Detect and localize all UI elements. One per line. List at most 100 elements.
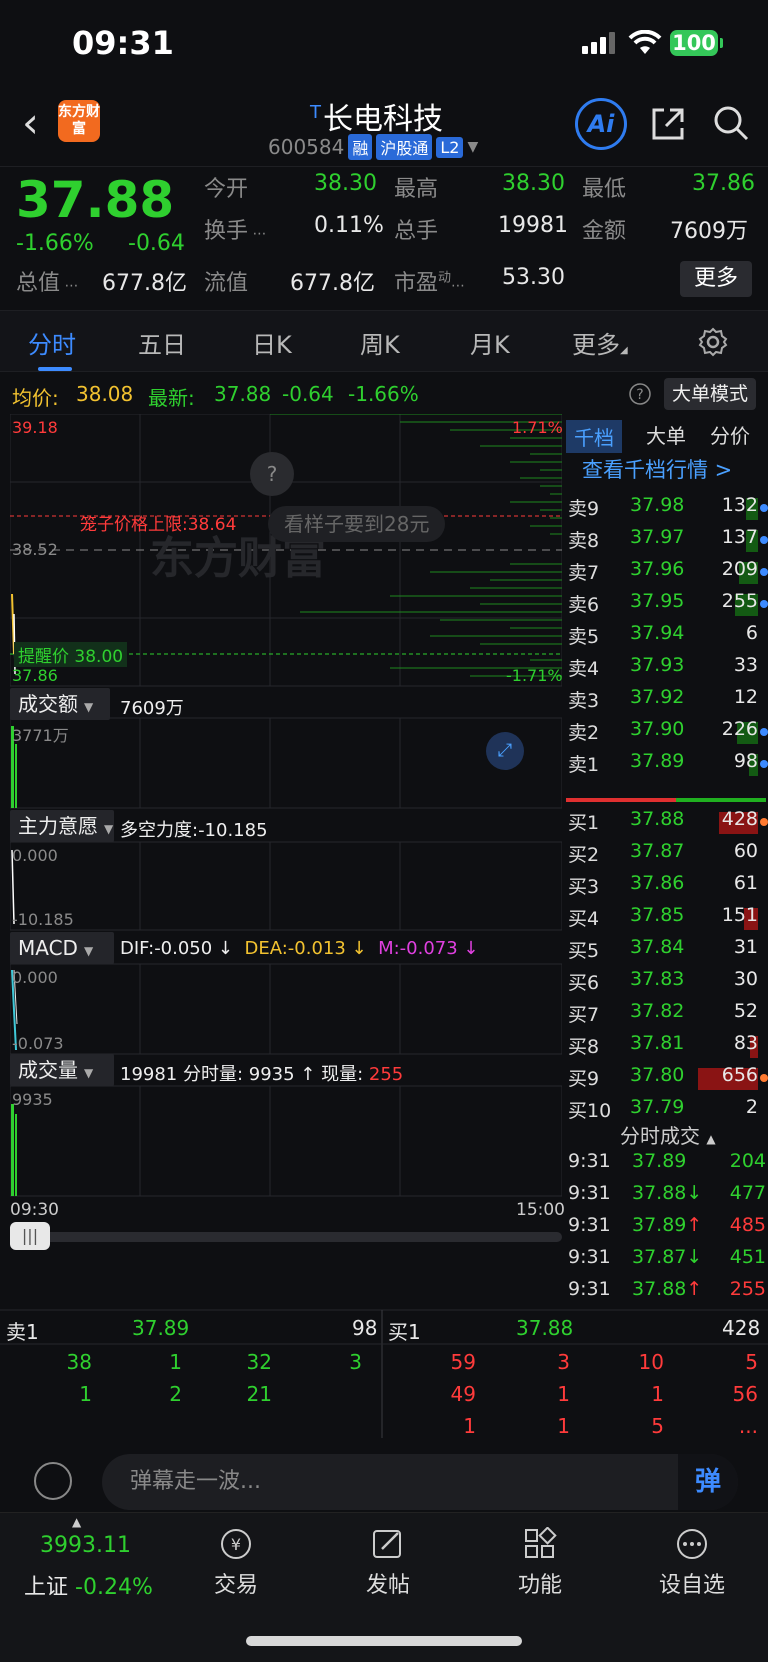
bid-row[interactable]: 买9 37.80 656 <box>564 1064 768 1094</box>
ticks-title[interactable]: 分时成交 ▲ <box>620 1120 716 1149</box>
ask-row[interactable]: 卖8 37.97 137 <box>564 526 768 556</box>
depth-tab-price[interactable]: 分价 <box>710 420 750 449</box>
search-icon[interactable] <box>712 104 750 142</box>
chart-help-icon[interactable]: ? <box>250 452 294 496</box>
intraday-chart[interactable]: 39.18 1.71% 38.52 37.86 -1.71% 东方财富 ? 看样… <box>10 414 565 1272</box>
share-icon[interactable] <box>650 106 686 142</box>
order-dot-icon <box>760 536 768 544</box>
nav-add-watchlist[interactable]: 设自选 <box>642 1527 742 1599</box>
book-level-label: 卖4 <box>568 658 600 680</box>
bid-row[interactable]: 买5 37.84 31 <box>564 936 768 966</box>
volume-selector[interactable]: 成交量 ▼ <box>10 1054 114 1086</box>
tick-time: 9:31 <box>568 1182 611 1204</box>
value-mcap: 677.8亿 <box>102 271 187 296</box>
t-mark: T <box>310 102 321 123</box>
macd-info: DIF:-0.050 ↓ DEA:-0.013 ↓ M:-0.073 ↓ <box>120 938 479 959</box>
book-volume: 132 <box>721 494 758 516</box>
book-price: 37.86 <box>630 872 685 894</box>
book-volume: 61 <box>733 872 758 894</box>
ask-row[interactable]: 卖5 37.94 6 <box>564 622 768 652</box>
book-price: 37.80 <box>630 1064 685 1086</box>
depth-tab-thousand[interactable]: 千档 <box>566 420 622 453</box>
main-force-info: 多空力度:-10.185 <box>120 820 268 841</box>
tab-more[interactable]: 更多◢ <box>572 325 628 360</box>
book-price: 37.92 <box>630 686 685 708</box>
tick-row: 9:31 37.89 204 <box>564 1150 768 1180</box>
tick-row: 9:31 37.88↑ 255 <box>564 1278 768 1308</box>
label-turnover: 换手 ⋯ <box>204 219 267 244</box>
view-depth-link[interactable]: 查看千档行情 > <box>582 454 732 484</box>
danmu-toggle-button[interactable]: 弹 <box>678 1454 738 1510</box>
ai-button[interactable]: Ai <box>575 98 627 150</box>
main-axis-bot: -10.185 <box>12 910 74 929</box>
ask-row[interactable]: 卖3 37.92 12 <box>564 686 768 716</box>
bid-row[interactable]: 买2 37.87 60 <box>564 840 768 870</box>
time-start: 09:30 <box>10 1200 59 1220</box>
index-value[interactable]: 3993.11 <box>40 1533 131 1558</box>
book-price: 37.88 <box>630 808 685 830</box>
bid-row[interactable]: 买3 37.86 61 <box>564 872 768 902</box>
book-volume: 2 <box>745 1096 758 1118</box>
bid-row[interactable]: 买1 37.88 428 <box>564 808 768 838</box>
back-chevron-icon[interactable]: ‹ <box>22 102 39 144</box>
tab-intraday[interactable]: 分时 <box>28 325 76 360</box>
book-volume: 12 <box>733 686 758 708</box>
bid-row[interactable]: 买4 37.85 151 <box>564 904 768 934</box>
nav-functions[interactable]: 功能 <box>490 1527 590 1599</box>
bid-queue-volume: 10 <box>638 1350 664 1374</box>
scroll-handle[interactable]: ||| <box>10 1222 50 1250</box>
nav-trade[interactable]: ¥ 交易 <box>186 1527 286 1599</box>
alert-price-label[interactable]: 提醒价 38.00 <box>14 642 128 667</box>
ask-row[interactable]: 卖6 37.95 255 <box>564 590 768 620</box>
book-volume: 656 <box>721 1064 758 1086</box>
ask-row[interactable]: 卖1 37.89 98 <box>564 750 768 780</box>
book-level-label: 卖6 <box>568 594 600 616</box>
ask-row[interactable]: 卖9 37.98 132 <box>564 494 768 524</box>
tab-daily-k[interactable]: 日K <box>252 325 292 360</box>
home-indicator[interactable] <box>246 1636 522 1646</box>
bid-row[interactable]: 买7 37.82 52 <box>564 1000 768 1030</box>
big-order-mode-button[interactable]: 大单模式 <box>664 378 756 410</box>
bid-queue-volume: ... <box>738 1414 758 1438</box>
stock-header: ‹ 东方财富 T长电科技 600584 融 沪股通 L2 ▼ Ai <box>0 90 768 164</box>
bid-queue-volume: 1 <box>651 1382 664 1406</box>
bid-queue-volume: 1 <box>557 1382 570 1406</box>
nav-post[interactable]: 发帖 <box>338 1527 438 1599</box>
tab-5day[interactable]: 五日 <box>138 325 186 360</box>
value-low: 37.86 <box>692 171 755 196</box>
book-level-label: 买9 <box>568 1068 600 1090</box>
tab-monthly-k[interactable]: 月K <box>470 325 510 360</box>
promo-bubble[interactable]: 看样子要到28元 <box>268 506 446 542</box>
more-button[interactable]: 更多 <box>680 261 752 297</box>
main-force-selector[interactable]: 主力意愿 ▼ <box>10 810 114 842</box>
ask-row[interactable]: 卖7 37.96 209 <box>564 558 768 588</box>
danmu-input[interactable]: 弹幕走一波... <box>102 1454 738 1510</box>
macd-selector[interactable]: MACD ▼ <box>10 932 114 964</box>
bid-queue-volume: 59 <box>450 1350 476 1374</box>
tab-weekly-k[interactable]: 周K <box>360 325 400 360</box>
ask-row[interactable]: 卖4 37.93 33 <box>564 654 768 684</box>
chart-scrollbar[interactable] <box>10 1232 562 1242</box>
amount-selector[interactable]: 成交额 ▼ <box>10 688 110 720</box>
tick-volume: 451 <box>729 1246 766 1268</box>
bid-row[interactable]: 买8 37.81 83 <box>564 1032 768 1062</box>
book-level-label: 买4 <box>568 908 600 930</box>
book-volume: 6 <box>745 622 758 644</box>
ask-queue-volume: 1 <box>169 1350 182 1374</box>
index-label[interactable]: 上证 -0.24% <box>24 1569 153 1601</box>
period-tabs: 分时 五日 日K 周K 月K 更多◢ <box>0 310 768 372</box>
expand-icon[interactable]: ⤢ <box>486 732 524 770</box>
danmu-list-icon[interactable] <box>34 1462 72 1500</box>
tick-time: 9:31 <box>568 1246 611 1268</box>
bid-row[interactable]: 买6 37.83 30 <box>564 968 768 998</box>
stock-name[interactable]: T长电科技 <box>310 94 443 138</box>
book-price: 37.87 <box>630 840 685 862</box>
stock-code-row[interactable]: 600584 融 沪股通 L2 ▼ <box>268 134 478 160</box>
order-book: 千档 大单 分价 查看千档行情 > 卖9 37.98 132 卖8 37.97 137 卖7… <box>564 414 768 1300</box>
ask-row[interactable]: 卖2 37.90 226 <box>564 718 768 748</box>
help-circle-icon[interactable]: ? <box>628 382 652 406</box>
label-pe: 市盈动⋯ <box>394 270 466 296</box>
value-high: 38.30 <box>502 171 565 196</box>
settings-gear-icon[interactable] <box>698 327 728 357</box>
depth-tab-big-order[interactable]: 大单 <box>646 420 686 449</box>
